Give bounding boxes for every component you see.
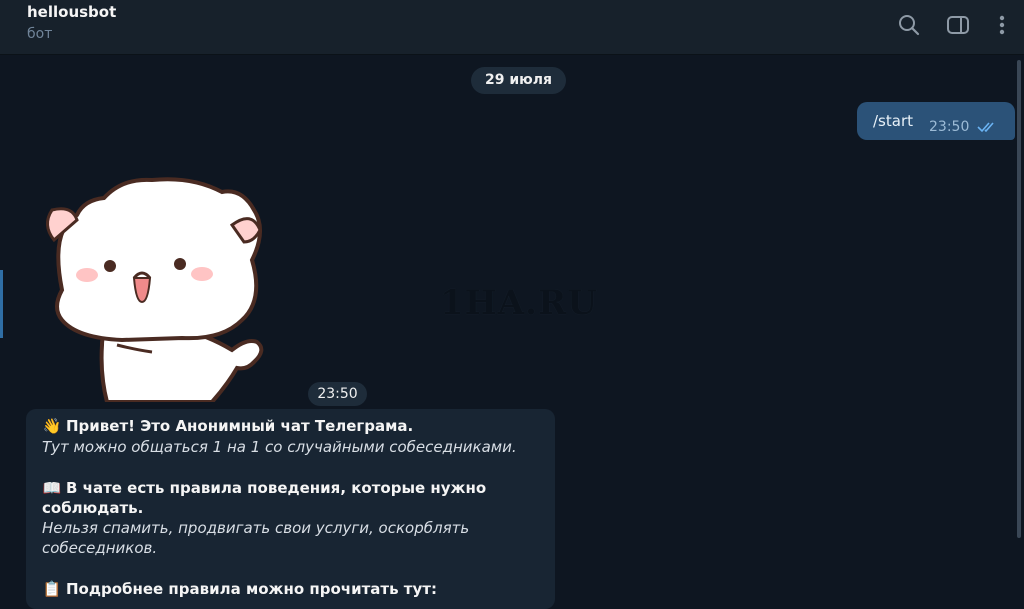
- clipboard-icon: 📋: [42, 580, 62, 598]
- incoming-message[interactable]: 👋 Привет! Это Анонимный чат Телеграма. Ту…: [26, 409, 555, 609]
- greeting-text: Привет! Это Анонимный чат Телеграма.: [66, 417, 414, 435]
- message-time: 23:50: [929, 119, 970, 135]
- rules-subtext-continued: собеседников.: [42, 539, 158, 557]
- more-vertical-icon[interactable]: [989, 12, 1015, 38]
- rules-line: 📖 В чате есть правила поведения, которые …: [42, 478, 487, 498]
- greeting-line: 👋 Привет! Это Анонимный чат Телеграма.: [42, 416, 414, 436]
- read-check-icon: [977, 122, 994, 133]
- message-text: /start: [873, 112, 913, 130]
- date-divider: 29 июля: [471, 67, 566, 94]
- sticker-time: 23:50: [308, 382, 367, 406]
- sidebar-toggle-icon[interactable]: [945, 12, 971, 38]
- rules-text-continued: соблюдать.: [42, 499, 144, 517]
- chat-list-edge-accent: [0, 270, 3, 338]
- watermark: 1HA.RU: [440, 283, 598, 323]
- open-book-icon: 📖: [42, 479, 62, 497]
- search-icon[interactable]: [896, 12, 922, 38]
- chat-subtitle: бот: [27, 26, 53, 42]
- outgoing-message[interactable]: /start 23:50: [857, 102, 1015, 140]
- rules-subtext: Нельзя спамить, продвигать свои услуги, …: [42, 519, 470, 537]
- waving-hand-icon: 👋: [42, 417, 62, 435]
- rules-text: В чате есть правила поведения, которые н…: [66, 479, 487, 497]
- more-rules-text: Подробнее правила можно прочитать тут:: [66, 580, 437, 598]
- greeting-subtext: Тут можно общаться 1 на 1 со случайными …: [42, 438, 517, 456]
- cat-sticker-image[interactable]: [32, 170, 268, 404]
- chat-header: hellousbot бот: [0, 0, 1024, 55]
- more-rules-line: 📋 Подробнее правила можно прочитать тут:: [42, 579, 437, 599]
- messages-scrollbar[interactable]: [1017, 60, 1021, 538]
- chat-title[interactable]: hellousbot: [27, 3, 116, 21]
